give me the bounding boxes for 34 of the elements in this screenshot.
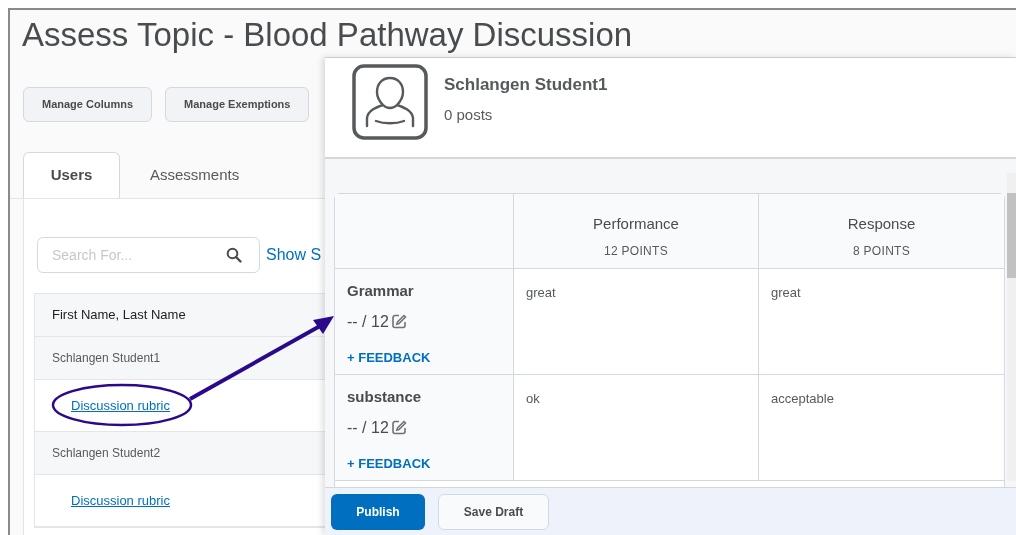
edit-icon[interactable] <box>391 314 407 329</box>
edit-icon[interactable] <box>391 420 407 435</box>
toolbar-button[interactable]: Manage Columns <box>23 87 153 122</box>
toolbar-button[interactable]: Manage Exemptions <box>165 87 310 122</box>
feedback-link[interactable]: + FEEDBACK <box>347 347 431 367</box>
search-field[interactable]: Search For... <box>37 237 260 273</box>
level-name: Response <box>847 214 916 234</box>
level-points: 8 POINTS <box>852 242 911 260</box>
save-draft-button[interactable]: Save Draft <box>438 493 549 530</box>
publish-button[interactable]: Publish <box>331 493 425 530</box>
rubric-link[interactable]: Discussion rubric <box>71 395 170 416</box>
avatar-icon <box>352 64 428 140</box>
column-header: First Name, Last Name <box>35 294 325 337</box>
tab[interactable]: Users <box>23 152 120 198</box>
feedback-link[interactable]: + FEEDBACK <box>347 453 431 473</box>
rubric-cell: great <box>514 269 759 375</box>
criterion-score: -- / 12 <box>347 417 389 438</box>
criterion-name: substance <box>347 387 423 407</box>
level-points: 12 POINTS <box>603 242 669 260</box>
student-name: Schlangen Student1 <box>52 350 161 367</box>
page-title: Assess Topic - Blood Pathway Discussion <box>21 15 634 55</box>
student-name: Schlangen Student2 <box>52 445 161 462</box>
level-name: Performance <box>593 214 679 234</box>
rubric-cell: ok <box>514 375 759 481</box>
rubric-cell: acceptable <box>759 375 1004 481</box>
show-search-options-link[interactable]: Show S <box>266 243 322 267</box>
student-name: Schlangen Student1 <box>444 74 608 96</box>
criterion-score: -- / 12 <box>347 311 389 332</box>
scrollbar[interactable] <box>1007 173 1016 481</box>
rubric-cell: great <box>759 269 1004 375</box>
tab[interactable]: Assessments <box>120 152 270 198</box>
post-count: 0 posts <box>444 104 494 125</box>
rubric-link[interactable]: Discussion rubric <box>71 490 170 511</box>
criterion-name: Grammar <box>347 281 415 301</box>
